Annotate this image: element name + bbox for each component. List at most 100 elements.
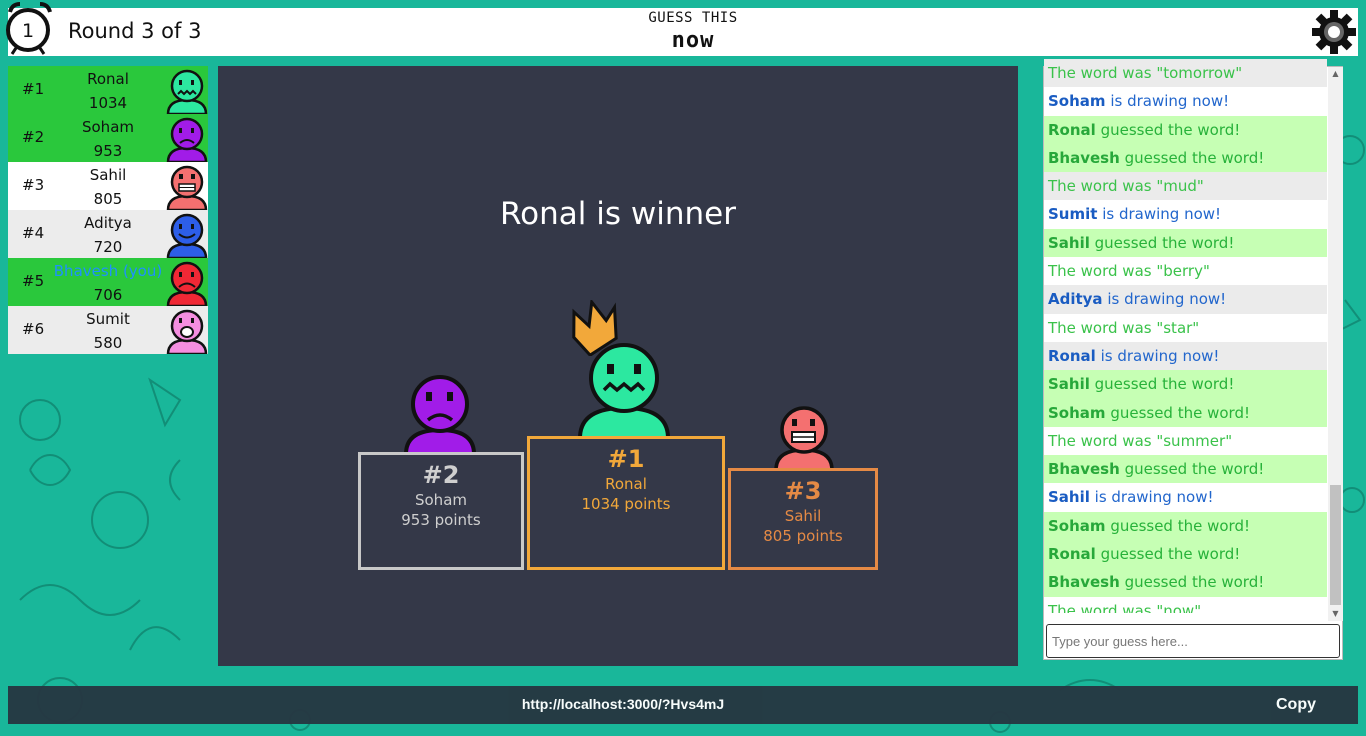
alarm-clock-icon: 1 [6,2,52,55]
chat-message: Bhavesh guessed the word! [1044,455,1327,484]
podium-name: Soham [414,491,467,509]
player-rank: #6 [22,320,45,338]
chat-message: The word was "berry" [1044,257,1327,286]
copy-button[interactable]: Copy [1258,690,1334,720]
guess-label: GUESS THIS [648,10,738,26]
player-row: #2 Soham 953 [8,114,208,162]
chat-text: is drawing now! [1089,488,1214,507]
settings-gear-icon[interactable] [1310,8,1358,56]
avatar [166,213,208,258]
chat-message: Ronal guessed the word! [1044,540,1327,569]
round-indicator: Round 3 of 3 [68,19,202,43]
player-row-self: #5 Bhavesh (you) 706 [8,258,208,306]
chat-sender: Bhavesh [1048,573,1120,592]
chat-text: is drawing now! [1095,346,1220,365]
timer-clock: 1 [2,0,58,56]
chat-panel: The word was "tomorrow" Soham is drawing … [1043,59,1343,660]
chat-message: The word was "summer" [1044,426,1327,456]
chat-message: Sahil is drawing now! [1044,483,1327,512]
scroll-down-arrow-icon[interactable]: ▼ [1328,607,1343,621]
invite-link[interactable]: http://localhost:3000/?Hvs4mJ [408,696,838,712]
player-name: Sumit [86,310,130,328]
player-name: Bhavesh (you) [53,262,163,280]
drawing-board: Ronal is winner #2 Soham 953 points #1 R… [218,66,1018,666]
chat-text: guessed the word! [1095,545,1241,564]
chat-message: Sumit is drawing now! [1044,200,1327,229]
chat-message: Bhavesh guessed the word! [1044,568,1327,597]
chat-message: The word was "mud" [1044,172,1327,201]
podium-rank: #2 [422,461,460,489]
chat-message: Sahil guessed the word! [1044,370,1327,399]
player-rank: #3 [22,176,45,194]
player-rank: #4 [22,224,45,242]
scroll-thumb[interactable] [1330,485,1341,605]
chat-sender: Sahil [1048,488,1090,507]
chat-scrollbar[interactable]: ▲ ▼ [1328,67,1343,621]
podium-points: 805 points [763,527,843,545]
guess-word: now [671,28,715,53]
player-name: Aditya [84,214,132,232]
chat-text: guessed the word! [1105,516,1250,535]
scroll-up-arrow-icon[interactable]: ▲ [1328,67,1343,81]
chat-text: The word was "berry" [1048,262,1210,281]
player-score: 720 [93,238,123,256]
player-row: #4 Aditya 720 [8,210,208,258]
chat-sender: Bhavesh [1048,460,1120,479]
winner-title: Ronal is winner [500,196,736,232]
player-list: #1 Ronal 1034 #2 Soham 953 #3 Sahil 805 [8,66,208,354]
chat-text: is drawing now! [1102,290,1227,309]
top-bar: Round 3 of 3 GUESS THIS now [8,8,1358,56]
chat-sender: Soham [1048,516,1106,535]
chat-sender: Ronal [1048,545,1096,564]
chat-sender: Bhavesh [1048,148,1120,167]
chat-message: Soham guessed the word! [1044,511,1327,541]
chat-sender: Aditya [1048,290,1103,309]
avatar [166,165,208,210]
player-score: 580 [93,334,123,352]
chat-text: The word was "summer" [1048,431,1233,450]
chat-sender: Ronal [1048,346,1096,365]
chat-text: The word was "now" [1048,601,1202,613]
chat-message: The word was "now" [1044,596,1327,613]
player-score: 1034 [88,94,128,112]
player-row: #3 Sahil 805 [8,162,208,210]
podium-name: Ronal [605,475,647,493]
podium-points: 1034 points [581,495,671,513]
avatar [166,117,208,162]
chat-text: guessed the word! [1089,233,1235,252]
chat-text: is drawing now! [1097,205,1222,224]
avatar [166,309,208,354]
chat-text: guessed the word! [1119,460,1265,479]
chat-message: Ronal is drawing now! [1044,341,1327,371]
chat-text: guessed the word! [1089,375,1235,394]
avatar-first-place [578,343,670,436]
chat-message: Ronal guessed the word! [1044,115,1327,144]
guess-input[interactable] [1046,624,1340,658]
player-name: Soham [81,118,134,136]
chat-sender: Sumit [1048,205,1098,224]
chat-text: is drawing now! [1105,92,1230,111]
chat-message-list: The word was "tomorrow" Soham is drawing … [1044,59,1327,613]
podium-rank: #1 [607,445,645,473]
chat-text: guessed the word! [1095,120,1241,139]
player-rank: #5 [22,272,45,290]
player-rank: #1 [22,80,45,98]
chat-text: The word was "star" [1048,318,1200,337]
player-score: 706 [93,286,123,304]
chat-sender: Sahil [1048,233,1090,252]
avatar [166,261,208,306]
chat-sender: Ronal [1048,120,1096,139]
podium-rank: #3 [784,477,822,505]
podium-points: 953 points [401,511,481,529]
avatar-second-place [404,375,476,452]
podium-second: #2 Soham 953 points [358,452,524,570]
podium-first: #1 Ronal 1034 points [527,436,725,570]
chat-message: Soham guessed the word! [1044,398,1327,427]
chat-message: The word was "star" [1044,313,1327,342]
chat-sender: Sahil [1048,375,1090,394]
chat-message: The word was "tomorrow" [1044,59,1327,88]
player-score: 953 [93,142,123,160]
player-row: #6 Sumit 580 [8,306,208,354]
invite-bar: http://localhost:3000/?Hvs4mJ Copy [8,686,1358,724]
chat-message: Aditya is drawing now! [1044,285,1327,314]
